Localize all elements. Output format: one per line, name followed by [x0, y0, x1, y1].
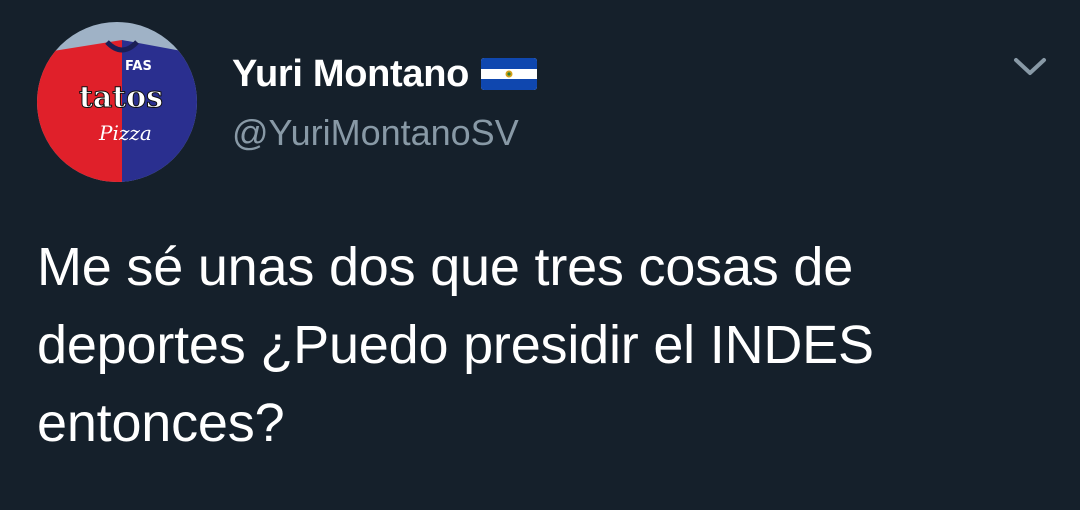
avatar[interactable]: FAS tatos Pizza: [37, 22, 197, 182]
display-name[interactable]: Yuri Montano: [232, 53, 469, 96]
chevron-down-icon[interactable]: [1008, 50, 1052, 82]
avatar-image: FAS tatos Pizza: [37, 22, 197, 182]
el-salvador-flag-icon: [481, 58, 538, 90]
jersey-text: tatos: [79, 80, 163, 115]
tweet: FAS tatos Pizza Yuri Montano @YuriMontan…: [0, 0, 1080, 510]
jersey-script: Pizza: [98, 121, 152, 145]
tweet-text: Me sé unas dos que tres cosas de deporte…: [37, 237, 874, 453]
user-handle[interactable]: @YuriMontanoSV: [232, 112, 519, 154]
author-name-row: Yuri Montano: [232, 48, 538, 100]
jersey-badge: FAS: [125, 59, 152, 74]
